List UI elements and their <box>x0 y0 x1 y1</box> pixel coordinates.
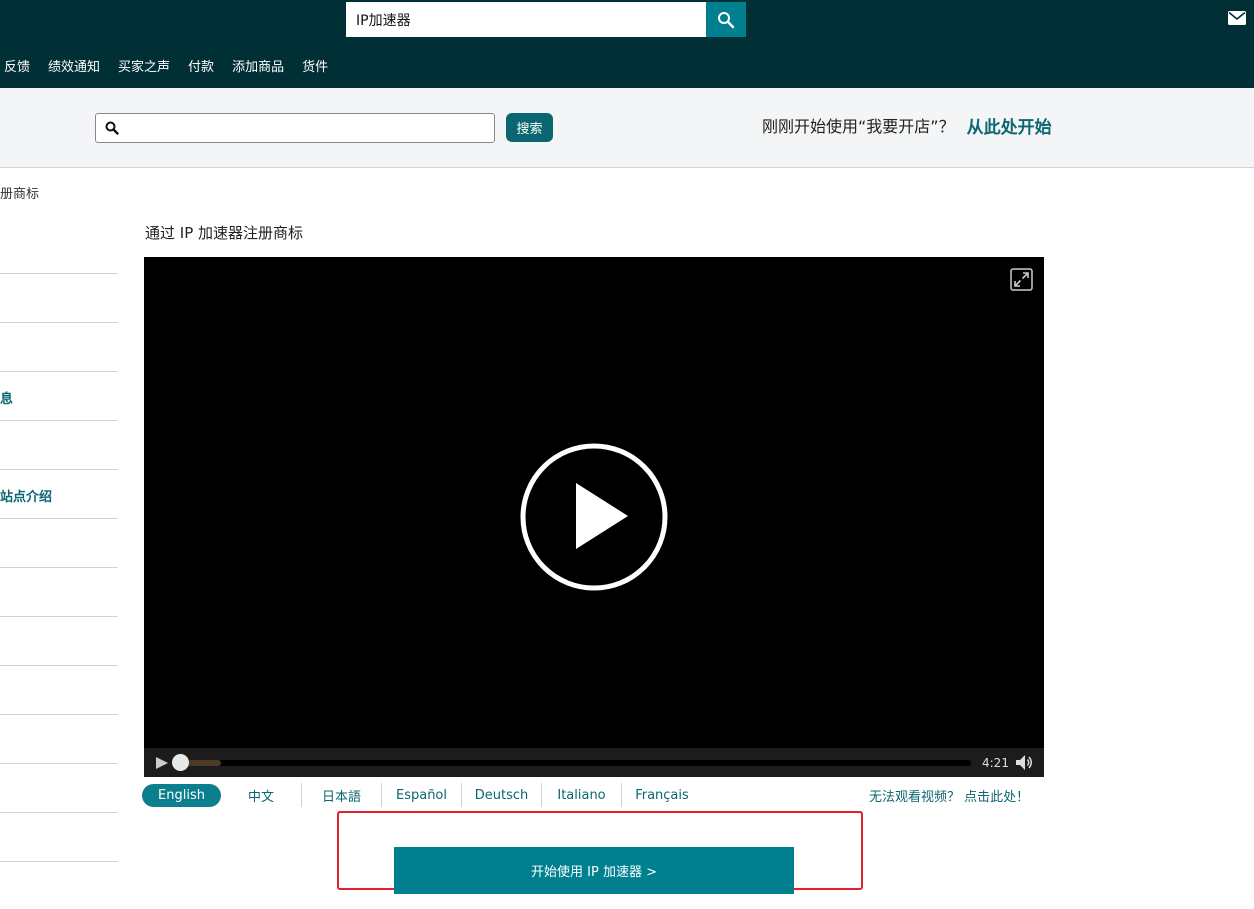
lang-english[interactable]: English <box>142 783 221 807</box>
nav-payments[interactable]: 付款 <box>188 56 214 78</box>
help-search-input[interactable] <box>124 114 489 142</box>
page-title: 通过 IP 加速器注册商标 <box>145 224 304 242</box>
help-search-box[interactable] <box>95 113 495 143</box>
sidebar-heading: 册商标 <box>0 187 40 202</box>
video-controls: 4:21 <box>144 748 1044 777</box>
top-search-button[interactable] <box>706 2 746 37</box>
sidebar-item[interactable] <box>0 666 118 715</box>
progress-track[interactable] <box>180 760 971 766</box>
top-bar: 反馈 绩效通知 买家之声 付款 添加商品 货件 <box>0 0 1254 88</box>
promo-text: 刚刚开始使用“我要开店”？ <box>762 117 955 136</box>
video-player[interactable]: 4:21 <box>144 257 1044 777</box>
volume-icon[interactable] <box>1015 754 1033 771</box>
nav-performance-notifications[interactable]: 绩效通知 <box>48 56 100 78</box>
lang-japanese[interactable]: 日本語 <box>302 783 382 807</box>
search-icon <box>105 121 119 135</box>
nav-shipments[interactable]: 货件 <box>302 56 328 78</box>
sidebar-item[interactable] <box>0 323 118 372</box>
sidebar-item[interactable] <box>0 813 118 862</box>
cant-watch-link[interactable]: 无法观看视频？ 点击此处！ <box>869 786 1029 805</box>
sidebar-item[interactable] <box>0 715 118 764</box>
sidebar-item-info[interactable]: 息 <box>0 372 118 421</box>
sidebar-item[interactable] <box>0 225 118 274</box>
lang-german[interactable]: Deutsch <box>462 783 542 807</box>
top-search-input[interactable] <box>346 2 706 37</box>
sidebar-item[interactable] <box>0 421 118 470</box>
mail-icon[interactable] <box>1228 11 1246 25</box>
search-icon <box>718 11 735 28</box>
sidebar-item-site-intro[interactable]: 站点介绍 <box>0 470 118 519</box>
nav-feedback[interactable]: 反馈 <box>4 56 30 78</box>
sidebar-item[interactable] <box>0 274 118 323</box>
lang-italian[interactable]: Italiano <box>542 783 622 807</box>
top-nav: 反馈 绩效通知 买家之声 付款 添加商品 货件 <box>0 56 346 78</box>
sidebar-item[interactable] <box>0 764 118 813</box>
sidebar-item[interactable] <box>0 519 118 568</box>
sidebar-item[interactable] <box>0 617 118 666</box>
start-ip-accelerator-button[interactable]: 开始使用 IP 加速器 > <box>394 847 794 894</box>
lang-spanish[interactable]: Español <box>382 783 462 807</box>
help-search-band: 搜索 刚刚开始使用“我要开店”？ 从此处开始 <box>0 88 1254 168</box>
progress-knob[interactable] <box>172 754 189 771</box>
lang-french[interactable]: Français <box>622 783 702 807</box>
help-search-button[interactable]: 搜索 <box>506 113 553 142</box>
play-icon[interactable] <box>155 756 169 770</box>
start-here-link[interactable]: 从此处开始 <box>967 113 1052 138</box>
language-selector: English 中文 日本語 Español Deutsch Italiano … <box>142 783 702 807</box>
lang-chinese[interactable]: 中文 <box>221 783 302 807</box>
video-duration: 4:21 <box>982 756 1009 770</box>
nav-voice-of-customer[interactable]: 买家之声 <box>118 56 170 78</box>
nav-add-product[interactable]: 添加商品 <box>232 56 284 78</box>
sidebar-item[interactable] <box>0 568 118 617</box>
fullscreen-icon[interactable] <box>1010 268 1033 291</box>
getting-started-promo: 刚刚开始使用“我要开店”？ 从此处开始 <box>762 113 1052 138</box>
play-icon[interactable] <box>520 443 668 591</box>
